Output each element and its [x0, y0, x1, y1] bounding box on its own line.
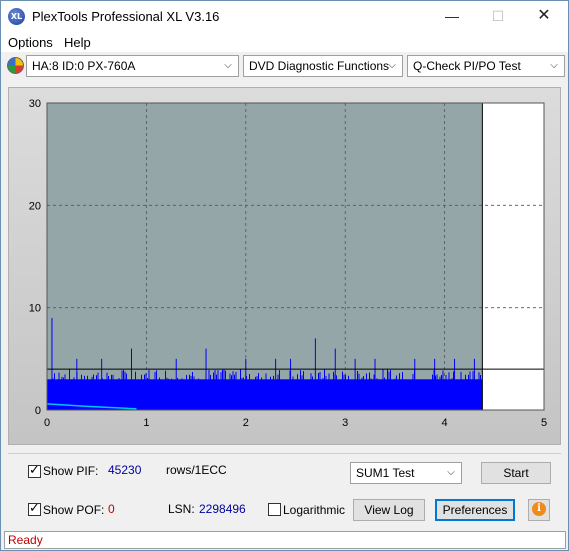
x-tick-label: 2 [243, 417, 249, 429]
start-button[interactable]: Start [481, 462, 551, 484]
x-tick-label: 3 [342, 417, 348, 429]
controls-panel: Show PIF: 45230 rows/1ECC SUM1 Test ⌵ St… [8, 453, 561, 527]
x-tick-label: 5 [541, 417, 547, 429]
view-log-button[interactable]: View Log [353, 499, 425, 521]
drive-select-value: HA:8 ID:0 PX-760A [32, 59, 136, 73]
function-select-value: DVD Diagnostic Functions [249, 59, 390, 73]
info-button[interactable]: i [528, 499, 550, 521]
app-window: XL PlexTools Professional XL V3.16 — ☐ ✕… [0, 0, 569, 551]
chevron-down-icon: ⌵ [447, 467, 455, 478]
disc-drive-icon [7, 57, 24, 74]
y-tick-label: 20 [29, 200, 41, 212]
pof-value: 0 [108, 502, 115, 516]
show-pif-checkbox[interactable] [28, 463, 41, 478]
close-button[interactable]: ✕ [521, 1, 567, 32]
logarithmic-checkbox[interactable] [268, 503, 281, 516]
title-bar: XL PlexTools Professional XL V3.16 — ☐ ✕ [1, 1, 568, 32]
sum-test-select-value: SUM1 Test [356, 466, 415, 480]
toolbar: HA:8 ID:0 PX-760A ⌵ DVD Diagnostic Funct… [1, 52, 568, 81]
menu-help[interactable]: Help [64, 35, 91, 50]
x-tick-label: 1 [143, 417, 149, 429]
status-text: Ready [8, 533, 43, 547]
chevron-down-icon: ⌵ [550, 60, 558, 71]
plot-area [47, 103, 483, 410]
pif-unit: rows/1ECC [166, 463, 227, 477]
menu-bar: Options Help [1, 32, 568, 52]
pif-value: 45230 [108, 463, 142, 477]
logarithmic-label: Logarithmic [283, 503, 346, 517]
show-pof-checkbox[interactable] [28, 501, 41, 516]
y-tick-label: 0 [35, 405, 41, 417]
menu-options[interactable]: Options [8, 35, 53, 50]
y-tick-label: 30 [29, 98, 41, 110]
minimize-button[interactable]: — [429, 1, 475, 32]
function-select[interactable]: DVD Diagnostic Functions ⌵ [243, 55, 403, 77]
series-pi-fill [47, 379, 483, 410]
sum-test-select[interactable]: SUM1 Test ⌵ [350, 462, 462, 484]
status-bar: Ready [4, 531, 566, 549]
y-tick-label: 10 [29, 303, 41, 315]
show-pif-label: Show PIF: [43, 464, 99, 478]
window-title: PlexTools Professional XL V3.16 [32, 9, 220, 24]
pi-po-chart: 0 10 20 30 0 1 2 3 4 5 [29, 98, 547, 429]
lsn-value: 2298496 [199, 502, 246, 516]
chevron-down-icon: ⌵ [224, 60, 232, 71]
chart-panel: 0 10 20 30 0 1 2 3 4 5 [8, 87, 561, 445]
maximize-button[interactable]: ☐ [475, 1, 521, 32]
chevron-down-icon: ⌵ [388, 60, 396, 71]
info-icon: i [532, 502, 546, 516]
plot-empty-area [482, 103, 544, 410]
preferences-button[interactable]: Preferences [435, 499, 515, 521]
test-select-value: Q-Check PI/PO Test [413, 59, 521, 73]
app-logo-icon: XL [8, 8, 25, 25]
lsn-label: LSN: [168, 502, 195, 516]
test-select[interactable]: Q-Check PI/PO Test ⌵ [407, 55, 565, 77]
drive-select[interactable]: HA:8 ID:0 PX-760A ⌵ [26, 55, 239, 77]
show-pof-label: Show POF: [43, 503, 105, 517]
x-tick-label: 0 [44, 417, 50, 429]
x-tick-label: 4 [442, 417, 448, 429]
